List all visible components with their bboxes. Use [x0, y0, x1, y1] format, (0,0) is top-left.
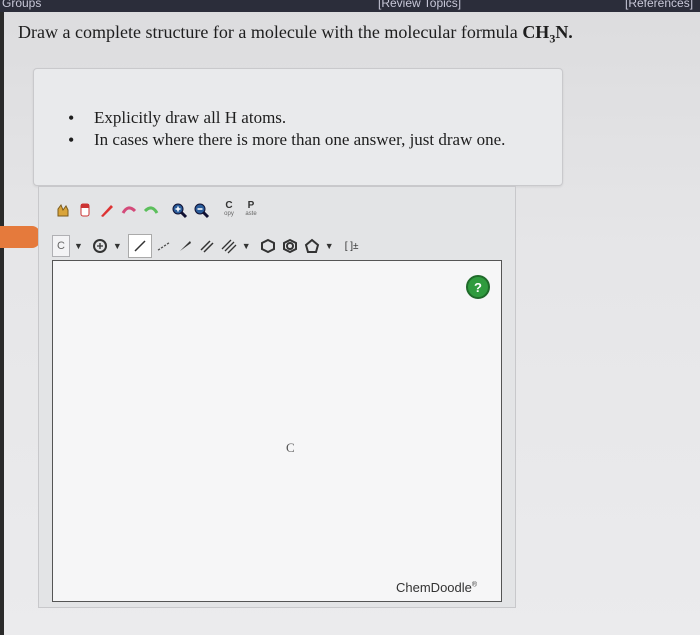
chevron-down-icon[interactable]: ▼ — [113, 241, 122, 251]
copy-button[interactable]: Copy — [218, 199, 240, 221]
eraser-icon — [80, 203, 90, 217]
toolbar-row-2: C ▼ ▼ ▼ ▼ [ ]± — [52, 234, 364, 258]
wedge-bond-tool[interactable] — [174, 235, 196, 257]
single-bond-icon — [134, 240, 146, 252]
chevron-down-icon[interactable]: ▼ — [325, 241, 334, 251]
triple-bond-tool[interactable] — [218, 235, 240, 257]
instructions-list: Explicitly draw all H atoms. In cases wh… — [68, 107, 505, 151]
pentagon-icon — [304, 238, 319, 253]
zoom-out-tool[interactable] — [190, 199, 212, 221]
double-bond-tool[interactable] — [196, 235, 218, 257]
hashed-bond-icon — [157, 242, 170, 251]
triple-bond-icon — [221, 239, 237, 254]
drawing-canvas[interactable] — [52, 260, 502, 602]
eraser-tool[interactable] — [74, 199, 96, 221]
zoom-in-icon — [172, 203, 188, 219]
instructions-card: Explicitly draw all H atoms. In cases wh… — [33, 68, 563, 186]
side-tab[interactable] — [0, 226, 40, 248]
zoom-out-icon — [194, 203, 210, 219]
paste-button[interactable]: Paste — [240, 199, 262, 221]
charge-tool[interactable] — [89, 235, 111, 257]
wedge-bond-icon — [179, 241, 191, 251]
lasso-tool[interactable] — [96, 199, 118, 221]
pen-icon — [101, 205, 113, 217]
single-bond-tool[interactable] — [127, 234, 152, 258]
benzene-icon — [282, 238, 297, 254]
left-edge — [0, 12, 4, 635]
chevron-down-icon[interactable]: ▼ — [242, 241, 251, 251]
hexagon-icon — [260, 238, 275, 254]
redo-icon — [143, 206, 159, 214]
chevron-down-icon[interactable]: ▼ — [74, 241, 83, 251]
zoom-in-tool[interactable] — [168, 199, 190, 221]
ring-tool-benzene[interactable] — [279, 235, 301, 257]
ring-tool-cyclohexane[interactable] — [257, 235, 279, 257]
redo-tool[interactable] — [140, 199, 162, 221]
chemdoodle-brand: ChemDoodle® — [396, 580, 478, 595]
help-button[interactable]: ? — [466, 275, 490, 299]
nav-groups[interactable]: Groups — [2, 0, 41, 10]
nav-review-topics[interactable]: [Review Topics] — [378, 0, 461, 10]
undo-tool[interactable] — [118, 199, 140, 221]
charge-bracket-tool[interactable]: [ ]± — [340, 235, 364, 257]
top-nav-bar: Groups [Review Topics] [References] — [0, 0, 700, 12]
nav-references[interactable]: [References] — [625, 0, 693, 10]
clear-tool[interactable] — [52, 199, 74, 221]
ring-tool-pentagon[interactable] — [301, 235, 323, 257]
carbon-atom[interactable]: C — [286, 440, 295, 456]
instruction-item: In cases where there is more than one an… — [68, 129, 505, 151]
double-bond-icon — [200, 240, 214, 253]
undo-icon — [121, 206, 137, 214]
instruction-item: Explicitly draw all H atoms. — [68, 107, 505, 129]
hashed-bond-tool[interactable] — [152, 235, 174, 257]
element-select[interactable]: C — [52, 235, 70, 257]
toolbar-row-1: Copy Paste — [52, 198, 262, 222]
hand-icon — [57, 203, 69, 217]
plus-circle-icon — [92, 239, 107, 253]
question-text: Draw a complete structure for a molecule… — [18, 22, 573, 46]
